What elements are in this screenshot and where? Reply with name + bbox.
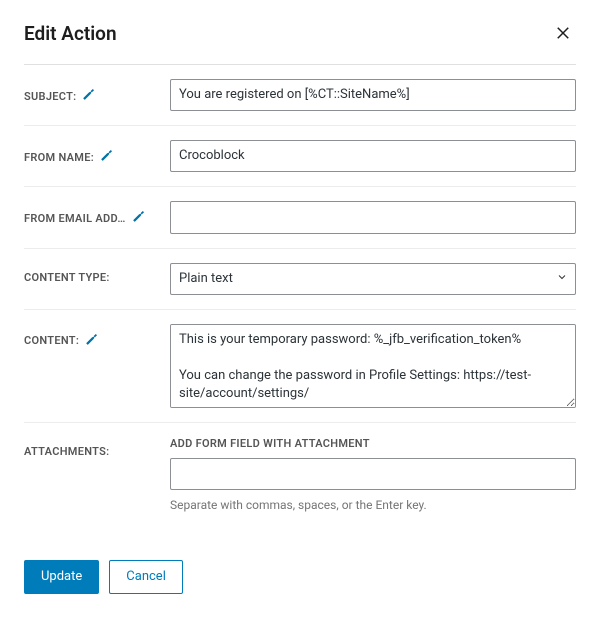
wrench-icon[interactable] bbox=[132, 209, 146, 227]
label-content-text: CONTENT: bbox=[24, 334, 79, 347]
subject-input[interactable] bbox=[170, 79, 576, 111]
row-from-name: FROM NAME: bbox=[24, 126, 576, 187]
update-button[interactable]: Update bbox=[24, 560, 99, 594]
label-from-email: FROM EMAIL ADD… bbox=[24, 201, 170, 227]
edit-action-dialog: Edit Action SUBJECT: FROM NAME: bbox=[0, 0, 600, 618]
label-content: CONTENT: bbox=[24, 324, 170, 350]
label-attachments: ATTACHMENTS: bbox=[24, 437, 170, 458]
content-textarea[interactable] bbox=[170, 324, 576, 408]
close-icon bbox=[554, 24, 572, 42]
wrench-icon[interactable] bbox=[85, 332, 99, 350]
label-from-name: FROM NAME: bbox=[24, 140, 170, 166]
row-subject: SUBJECT: bbox=[24, 65, 576, 126]
dialog-title: Edit Action bbox=[24, 22, 117, 45]
label-subject-text: SUBJECT: bbox=[24, 90, 76, 103]
from-name-input[interactable] bbox=[170, 140, 576, 172]
row-content: CONTENT: bbox=[24, 310, 576, 423]
wrench-icon[interactable] bbox=[82, 87, 96, 105]
row-from-email: FROM EMAIL ADD… bbox=[24, 187, 576, 248]
from-email-input[interactable] bbox=[170, 201, 576, 233]
content-type-select[interactable]: Plain text bbox=[170, 263, 576, 295]
row-attachments: ATTACHMENTS: ADD FORM FIELD WITH ATTACHM… bbox=[24, 423, 576, 526]
dialog-actions: Update Cancel bbox=[24, 560, 576, 594]
label-from-email-text: FROM EMAIL ADD… bbox=[24, 212, 126, 225]
dialog-header: Edit Action bbox=[24, 20, 576, 65]
label-content-type-text: CONTENT TYPE: bbox=[24, 271, 110, 284]
close-button[interactable] bbox=[550, 20, 576, 46]
row-content-type: CONTENT TYPE: Plain text bbox=[24, 249, 576, 310]
wrench-icon[interactable] bbox=[100, 148, 114, 166]
label-content-type: CONTENT TYPE: bbox=[24, 263, 170, 284]
label-from-name-text: FROM NAME: bbox=[24, 151, 94, 164]
form-body: SUBJECT: FROM NAME: bbox=[24, 65, 576, 526]
cancel-button[interactable]: Cancel bbox=[109, 560, 183, 594]
attachments-sublabel: ADD FORM FIELD WITH ATTACHMENT bbox=[170, 437, 576, 450]
attachments-input[interactable] bbox=[170, 458, 576, 490]
label-subject: SUBJECT: bbox=[24, 79, 170, 105]
label-attachments-text: ATTACHMENTS: bbox=[24, 445, 109, 458]
attachments-help: Separate with commas, spaces, or the Ent… bbox=[170, 498, 576, 512]
